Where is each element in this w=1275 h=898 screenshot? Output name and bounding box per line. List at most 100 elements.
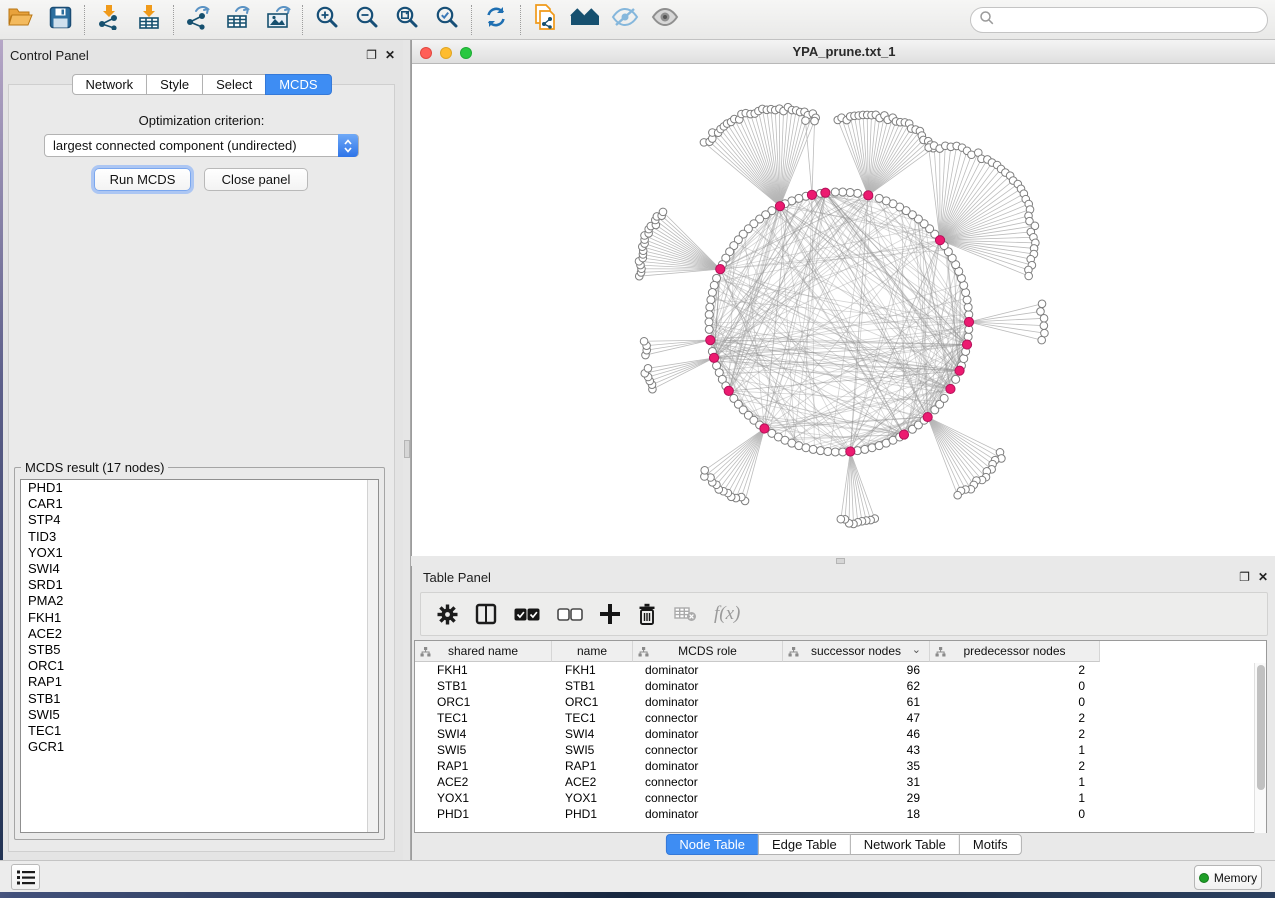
- mcds-node-item[interactable]: GCR1: [21, 739, 378, 755]
- search-input[interactable]: [995, 13, 1267, 28]
- tab-network[interactable]: Network: [71, 74, 147, 95]
- table-cell[interactable]: dominator: [633, 678, 783, 694]
- mcds-node-item[interactable]: ACE2: [21, 626, 378, 642]
- table-cell[interactable]: FKH1: [552, 662, 633, 678]
- table-cell[interactable]: 1: [930, 774, 1100, 790]
- table-row[interactable]: SWI4SWI4dominator462: [415, 726, 1266, 742]
- float-panel-icon[interactable]: ❐: [366, 48, 377, 62]
- export-image-button[interactable]: [258, 2, 298, 38]
- memory-button[interactable]: Memory: [1194, 865, 1262, 890]
- table-tab-motifs[interactable]: Motifs: [959, 834, 1022, 855]
- table-cell[interactable]: 0: [930, 806, 1100, 822]
- delete-column-button[interactable]: [637, 603, 657, 625]
- table-cell[interactable]: TEC1: [552, 710, 633, 726]
- table-tab-edge-table[interactable]: Edge Table: [758, 834, 851, 855]
- table-row[interactable]: TEC1TEC1connector472: [415, 710, 1266, 726]
- table-cell[interactable]: PHD1: [552, 806, 633, 822]
- table-row[interactable]: FKH1FKH1dominator962: [415, 662, 1266, 678]
- first-neighbors-button[interactable]: [565, 2, 605, 38]
- table-cell[interactable]: connector: [633, 710, 783, 726]
- table-cell[interactable]: connector: [633, 742, 783, 758]
- mcds-node-item[interactable]: SRD1: [21, 577, 378, 593]
- table-cell[interactable]: STB1: [552, 678, 633, 694]
- table-cell[interactable]: dominator: [633, 758, 783, 774]
- table-cell[interactable]: 31: [783, 774, 930, 790]
- table-row[interactable]: ORC1ORC1dominator610: [415, 694, 1266, 710]
- table-cell[interactable]: 18: [783, 806, 930, 822]
- mcds-node-item[interactable]: PMA2: [21, 593, 378, 609]
- table-cell[interactable]: connector: [633, 774, 783, 790]
- table-cell[interactable]: 35: [783, 758, 930, 774]
- mcds-node-item[interactable]: YOX1: [21, 545, 378, 561]
- table-cell[interactable]: SWI4: [415, 726, 552, 742]
- table-cell[interactable]: 0: [930, 678, 1100, 694]
- show-columns-button[interactable]: [475, 603, 497, 625]
- select-all-button[interactable]: [514, 608, 540, 621]
- table-tab-node-table[interactable]: Node Table: [665, 834, 759, 855]
- table-row[interactable]: RAP1RAP1dominator352: [415, 758, 1266, 774]
- mcds-node-item[interactable]: STP4: [21, 512, 378, 528]
- splitter-grip[interactable]: [404, 440, 410, 458]
- zoom-fit-button[interactable]: [387, 2, 427, 38]
- table-cell[interactable]: FKH1: [415, 662, 552, 678]
- table-cell[interactable]: ORC1: [552, 694, 633, 710]
- mcds-node-item[interactable]: STB1: [21, 691, 378, 707]
- mcds-result-list[interactable]: PHD1CAR1STP4TID3YOX1SWI4SRD1PMA2FKH1ACE2…: [20, 479, 379, 833]
- optimization-criterion-select[interactable]: largest connected component (undirected): [44, 134, 359, 157]
- table-cell[interactable]: ACE2: [552, 774, 633, 790]
- mcds-node-item[interactable]: CAR1: [21, 496, 378, 512]
- table-row[interactable]: YOX1YOX1connector291: [415, 790, 1266, 806]
- table-cell[interactable]: dominator: [633, 726, 783, 742]
- mcds-node-item[interactable]: RAP1: [21, 674, 378, 690]
- column-header-successor-nodes[interactable]: successor nodes⌄: [783, 641, 930, 662]
- table-cell[interactable]: RAP1: [415, 758, 552, 774]
- table-cell[interactable]: dominator: [633, 662, 783, 678]
- table-cell[interactable]: SWI5: [415, 742, 552, 758]
- tab-mcds[interactable]: MCDS: [265, 74, 331, 95]
- zoom-selected-button[interactable]: [427, 2, 467, 38]
- import-network-button[interactable]: [89, 2, 129, 38]
- table-cell[interactable]: 1: [930, 790, 1100, 806]
- mcds-node-item[interactable]: STB5: [21, 642, 378, 658]
- table-cell[interactable]: 62: [783, 678, 930, 694]
- table-cell[interactable]: 47: [783, 710, 930, 726]
- table-row[interactable]: SWI5SWI5connector431: [415, 742, 1266, 758]
- table-cell[interactable]: STB1: [415, 678, 552, 694]
- tab-select[interactable]: Select: [202, 74, 266, 95]
- table-cell[interactable]: 43: [783, 742, 930, 758]
- table-cell[interactable]: dominator: [633, 694, 783, 710]
- refresh-layout-button[interactable]: [476, 2, 516, 38]
- column-header-MCDS-role[interactable]: MCDS role: [633, 641, 783, 662]
- network-canvas[interactable]: [412, 64, 1275, 556]
- table-cell[interactable]: 2: [930, 710, 1100, 726]
- table-cell[interactable]: RAP1: [552, 758, 633, 774]
- table-row[interactable]: ACE2ACE2connector311: [415, 774, 1266, 790]
- mcds-node-item[interactable]: TEC1: [21, 723, 378, 739]
- table-row[interactable]: STB1STB1dominator620: [415, 678, 1266, 694]
- table-cell[interactable]: 2: [930, 662, 1100, 678]
- table-cell[interactable]: ORC1: [415, 694, 552, 710]
- table-cell[interactable]: YOX1: [415, 790, 552, 806]
- mcds-node-item[interactable]: TID3: [21, 529, 378, 545]
- add-column-button[interactable]: [600, 604, 620, 624]
- table-cell[interactable]: YOX1: [552, 790, 633, 806]
- table-scrollbar[interactable]: [1254, 663, 1266, 833]
- zoom-in-button[interactable]: [307, 2, 347, 38]
- show-all-button[interactable]: [645, 2, 685, 38]
- export-network-button[interactable]: [178, 2, 218, 38]
- table-scrollbar-thumb[interactable]: [1257, 665, 1265, 790]
- table-cell[interactable]: PHD1: [415, 806, 552, 822]
- task-history-button[interactable]: [11, 864, 40, 890]
- mcds-list-scrollbar[interactable]: [367, 480, 378, 832]
- float-table-panel-icon[interactable]: ❐: [1239, 570, 1250, 584]
- table-cell[interactable]: 96: [783, 662, 930, 678]
- save-session-button[interactable]: [40, 2, 80, 38]
- table-row[interactable]: PHD1PHD1dominator180: [415, 806, 1266, 822]
- table-cell[interactable]: connector: [633, 790, 783, 806]
- mcds-node-item[interactable]: FKH1: [21, 610, 378, 626]
- column-header-shared-name[interactable]: shared name: [415, 641, 552, 662]
- table-cell[interactable]: 2: [930, 758, 1100, 774]
- export-table-button[interactable]: [218, 2, 258, 38]
- duplicate-network-button[interactable]: [525, 2, 565, 38]
- vertical-splitter[interactable]: [403, 40, 411, 860]
